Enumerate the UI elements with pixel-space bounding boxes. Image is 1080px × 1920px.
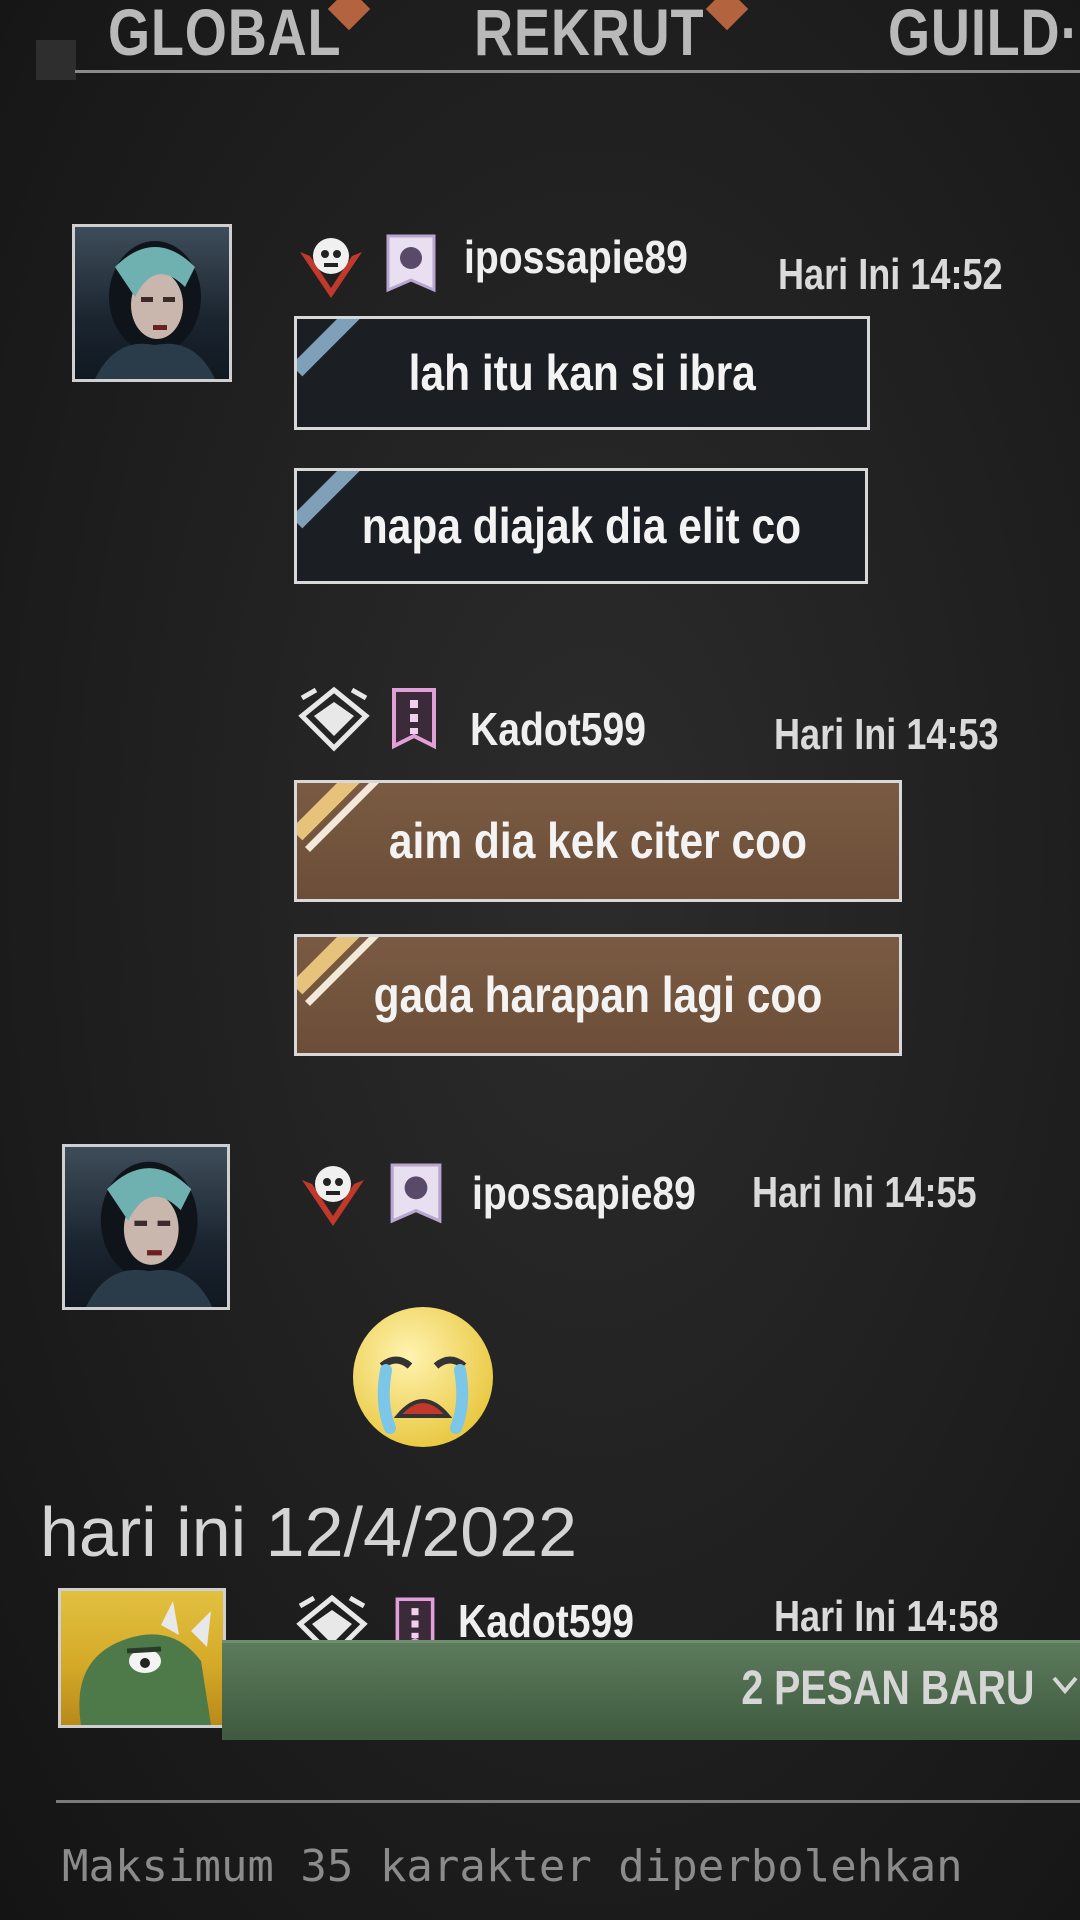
message-timestamp: Hari Ini 14:53 — [774, 710, 999, 759]
tabs-divider — [75, 70, 1080, 73]
rank-badge-icon — [302, 1166, 364, 1226]
chat-input[interactable] — [60, 1825, 1024, 1907]
chat-bubble[interactable]: napa diajak dia elit co — [294, 468, 868, 584]
tab-global[interactable]: GLOBAL — [108, 0, 341, 70]
message-username[interactable]: ipossapie89 — [472, 1166, 696, 1220]
avatar[interactable] — [62, 1144, 230, 1310]
avatar[interactable] — [58, 1588, 226, 1728]
message-username[interactable]: Kadot599 — [470, 702, 646, 756]
rank-badge-icon — [298, 686, 370, 752]
new-messages-bar[interactable]: 2 PESAN BARU — [222, 1640, 1080, 1740]
crying-face-icon[interactable] — [350, 1304, 496, 1450]
message-username[interactable]: ipossapie89 — [464, 230, 688, 284]
avatar[interactable] — [72, 224, 232, 382]
guild-banner-icon — [390, 1163, 442, 1224]
tab-rekrut[interactable]: REKRUT — [474, 0, 704, 70]
chat-bubble-text: aim dia kek citer coo — [388, 813, 808, 869]
avatar-portrait-icon — [95, 241, 215, 379]
chat-bubble[interactable]: lah itu kan si ibra — [294, 316, 870, 430]
chat-bubble[interactable]: aim dia kek citer coo — [294, 780, 902, 902]
avatar-portrait-icon — [86, 1161, 213, 1307]
message-timestamp: Hari Ini 14:55 — [752, 1168, 977, 1217]
channel-tabs: GLOBAL REKRUT GUILD· — [0, 0, 1080, 80]
guild-banner-icon — [386, 234, 436, 293]
avatar-dino-icon — [79, 1601, 211, 1725]
input-divider — [56, 1800, 1080, 1803]
message-timestamp: Hari Ini 14:52 — [778, 250, 1003, 299]
rank-badge-icon — [300, 238, 362, 298]
tab-guild[interactable]: GUILD· — [888, 0, 1079, 70]
chat-bubble-text: napa diajak dia elit co — [361, 498, 801, 554]
chat-bubble[interactable]: gada harapan lagi coo — [294, 934, 902, 1056]
chat-bubble-text: gada harapan lagi coo — [373, 967, 823, 1023]
chevron-down-icon — [1052, 1676, 1078, 1695]
date-divider: hari ini 12/4/2022 — [40, 1493, 578, 1571]
tab-rekrut-diamond-icon — [705, 0, 749, 31]
chat-bubble-text: lah itu kan si ibra — [408, 345, 756, 401]
new-messages-label: 2 PESAN BARU — [740, 1662, 1034, 1715]
message-timestamp: Hari Ini 14:58 — [774, 1592, 999, 1641]
guild-banner-icon — [392, 688, 436, 750]
